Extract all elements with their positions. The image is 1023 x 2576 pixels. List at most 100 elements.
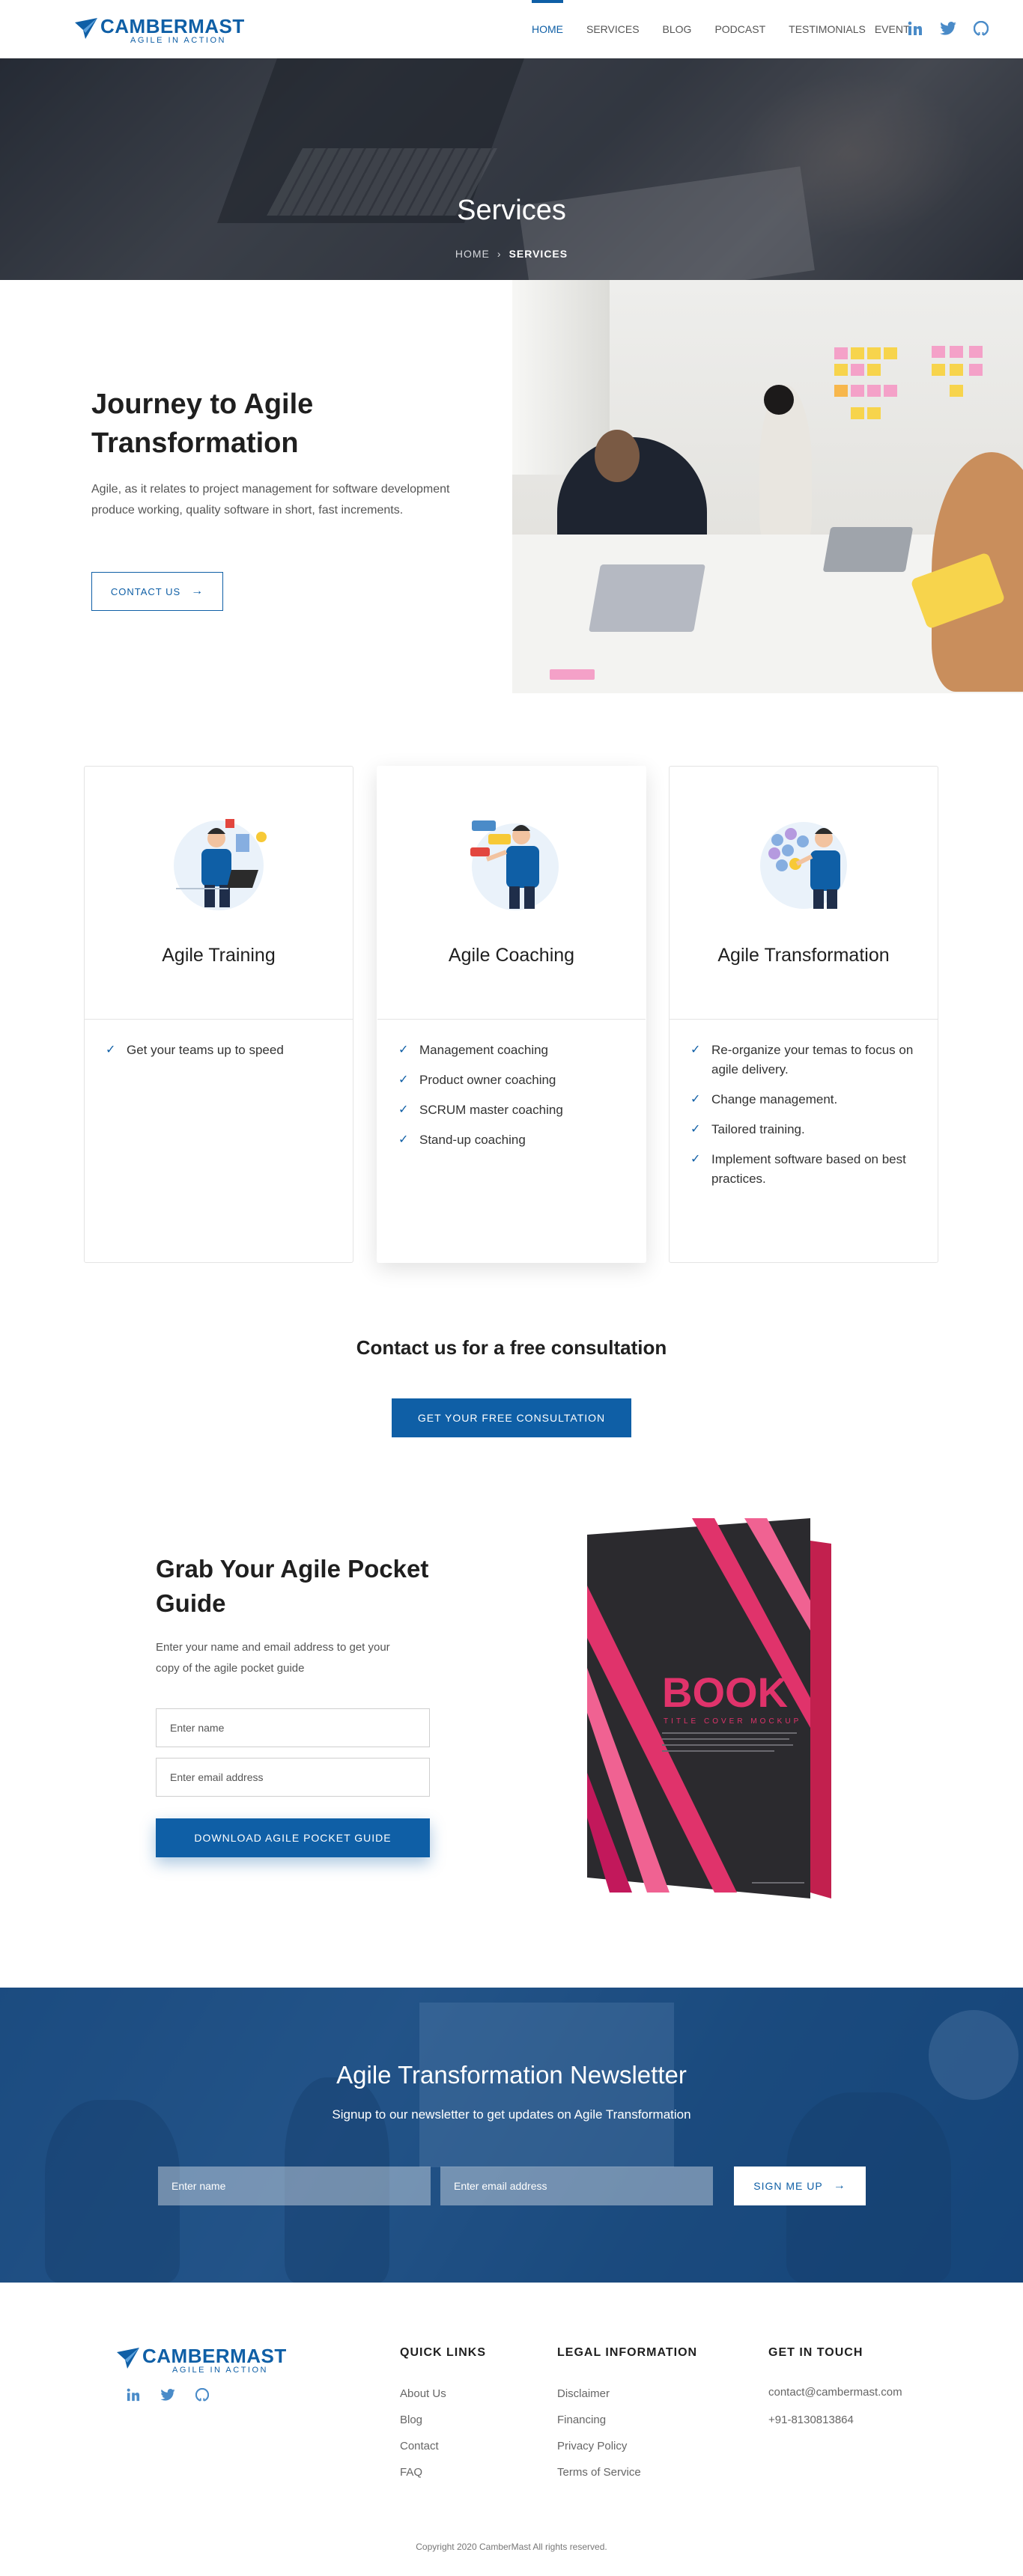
footer-heading: GET IN TOUCH [768, 2346, 863, 2359]
service-title: Agile Transformation [717, 945, 890, 966]
footer-email-link[interactable]: contact@cambermast.com [768, 2385, 902, 2400]
svg-text:TITLE COVER MOCKUP: TITLE COVER MOCKUP [664, 1717, 801, 1726]
service-title: Agile Coaching [448, 945, 575, 966]
list-item: ✓ Re-organize your temas to focus on agil… [690, 1041, 917, 1080]
book-cover-mockup: BOOK TITLE COVER MOCKUP [587, 1518, 831, 1898]
github-icon[interactable] [193, 2386, 211, 2404]
footer-social-links [124, 2386, 228, 2404]
main-menu: HOME SERVICES BLOG PODCAST TESTIMONIALS … [532, 0, 933, 58]
twitter-icon[interactable] [159, 2386, 177, 2404]
breadcrumb: HOME › SERVICES [0, 248, 1023, 260]
nav-testimonials[interactable]: TESTIMONIALS [789, 0, 866, 58]
footer-link-contact[interactable]: Contact [400, 2439, 486, 2454]
list-item: ✓ Management coaching [398, 1041, 625, 1060]
nav-services[interactable]: SERVICES [586, 0, 640, 58]
journey-title: Journey to Agile Transformation [91, 389, 314, 459]
page-title: Services [457, 195, 566, 226]
check-icon: ✓ [690, 1153, 701, 1166]
pocket-guide-description: Enter your name and email address to get… [156, 1641, 390, 1675]
footer-link-financing[interactable]: Financing [557, 2413, 697, 2428]
service-title: Agile Training [162, 945, 276, 966]
footer-link-disclaimer[interactable]: Disclaimer [557, 2387, 697, 2402]
footer-link-terms[interactable]: Terms of Service [557, 2465, 697, 2480]
arrow-right-icon: → [833, 2179, 846, 2192]
service-card-transformation: Agile Transformation ✓ Re-organize your t… [669, 766, 938, 1263]
footer-logo[interactable]: CAMBERMAST AGILE IN ACTION [117, 2346, 287, 2375]
footer-phone[interactable]: +91-8130813864 [768, 2413, 902, 2428]
newsletter-section: Agile Transformation Newsletter Signup t… [0, 1988, 1023, 2283]
service-feature-list: ✓ Get your teams up to speed [85, 1020, 353, 1060]
top-navbar: CAMBERMAST AGILE IN ACTION HOME SERVICES… [0, 0, 1023, 58]
breadcrumb-home-link[interactable]: HOME [455, 248, 490, 260]
check-icon: ✓ [690, 1123, 701, 1136]
list-item: ✓ Product owner coaching [398, 1071, 625, 1090]
download-guide-button[interactable]: DOWNLOAD AGILE POCKET GUIDE [156, 1818, 430, 1857]
footer-link-privacy[interactable]: Privacy Policy [557, 2439, 697, 2454]
newsletter-email-input[interactable]: Enter email address [440, 2167, 713, 2205]
list-item: ✓ Tailored training. [690, 1120, 917, 1139]
header-social-links [906, 19, 1005, 37]
pocket-guide-title: Grab Your Agile Pocket Guide [156, 1555, 429, 1617]
list-item: ✓ Implement software based on best practi… [690, 1150, 917, 1189]
brand-name: CAMBERMAST [100, 15, 245, 37]
linkedin-icon[interactable] [906, 19, 924, 37]
list-item: ✓ SCRUM master coaching [398, 1100, 625, 1120]
brand-tagline: AGILE IN ACTION [172, 2366, 268, 2375]
svg-text:BOOK: BOOK [662, 1669, 788, 1716]
service-feature-list: ✓ Re-organize your temas to focus on agil… [670, 1020, 938, 1189]
newsletter-name-input[interactable]: Enter name [158, 2167, 431, 2205]
list-item: ✓ Change management. [690, 1090, 917, 1109]
service-feature-list: ✓ Management coaching ✓ Product owner coac… [377, 1020, 646, 1150]
footer-heading: LEGAL INFORMATION [557, 2346, 698, 2359]
site-footer: CAMBERMAST AGILE IN ACTION QUICK LINKS A… [0, 2283, 1023, 2576]
footer-heading: QUICK LINKS [400, 2346, 486, 2359]
list-item: ✓ Get your teams up to speed [106, 1041, 332, 1060]
check-icon: ✓ [690, 1044, 701, 1056]
free-consultation-button[interactable]: GET YOUR FREE CONSULTATION [392, 1398, 631, 1437]
brand-logo[interactable]: CAMBERMAST AGILE IN ACTION [75, 16, 245, 45]
footer-legal-links: LEGAL INFORMATION Disclaimer Financing P… [557, 2346, 697, 2491]
nav-podcast[interactable]: PODCAST [714, 0, 765, 58]
nav-event[interactable]: EVENT [875, 0, 910, 58]
footer-link-blog[interactable]: Blog [400, 2413, 486, 2428]
sign-me-up-button[interactable]: SIGN ME UP → [734, 2167, 866, 2205]
paper-plane-logo-icon [75, 18, 97, 39]
page-hero: Services HOME › SERVICES [0, 58, 1023, 280]
service-card-training: Agile Training ✓ Get your teams up to spe… [84, 766, 353, 1263]
guide-name-input[interactable]: Enter name [156, 1708, 430, 1747]
list-item: ✓ Stand-up coaching [398, 1130, 625, 1150]
linkedin-icon[interactable] [124, 2386, 142, 2404]
service-card-coaching: Agile Coaching ✓ Management coaching ✓ Pro… [377, 766, 646, 1263]
journey-description: Agile, as it relates to project manageme… [91, 483, 450, 517]
newsletter-subtitle: Signup to our newsletter to get updates … [332, 2107, 691, 2122]
paper-plane-logo-icon [117, 2348, 139, 2369]
check-icon: ✓ [690, 1093, 701, 1106]
guide-email-input[interactable]: Enter email address [156, 1758, 430, 1797]
consultation-heading: Contact us for a free consultation [356, 1336, 667, 1359]
footer-link-about[interactable]: About Us [400, 2387, 486, 2402]
github-icon[interactable] [972, 19, 990, 37]
nav-blog[interactable]: BLOG [663, 0, 692, 58]
check-icon: ✓ [398, 1044, 409, 1056]
footer-link-faq[interactable]: FAQ [400, 2465, 486, 2480]
contact-us-button[interactable]: CONTACT US → [91, 572, 223, 611]
training-illustration-icon [174, 819, 267, 910]
check-icon: ✓ [106, 1044, 116, 1056]
check-icon: ✓ [398, 1074, 409, 1086]
transformation-illustration-icon [760, 822, 847, 909]
check-icon: ✓ [398, 1133, 409, 1146]
footer-quick-links: QUICK LINKS About Us Blog Contact FAQ [400, 2346, 486, 2491]
brand-tagline: AGILE IN ACTION [130, 36, 226, 45]
team-meeting-photo [512, 280, 1023, 693]
copyright-text: Copyright 2020 CamberMast All rights res… [416, 2542, 607, 2552]
coaching-illustration-icon [470, 820, 559, 910]
twitter-icon[interactable] [939, 19, 957, 37]
arrow-right-icon: → [191, 585, 204, 597]
breadcrumb-separator: › [497, 248, 502, 260]
footer-contact: GET IN TOUCH contact@cambermast.com +91-… [768, 2346, 902, 2439]
brand-name: CAMBERMAST [142, 2345, 287, 2367]
check-icon: ✓ [398, 1103, 409, 1116]
nav-home[interactable]: HOME [532, 0, 563, 58]
breadcrumb-current: SERVICES [509, 248, 568, 260]
journey-section: Journey to Agile Transformation Agile, a… [0, 280, 1023, 693]
